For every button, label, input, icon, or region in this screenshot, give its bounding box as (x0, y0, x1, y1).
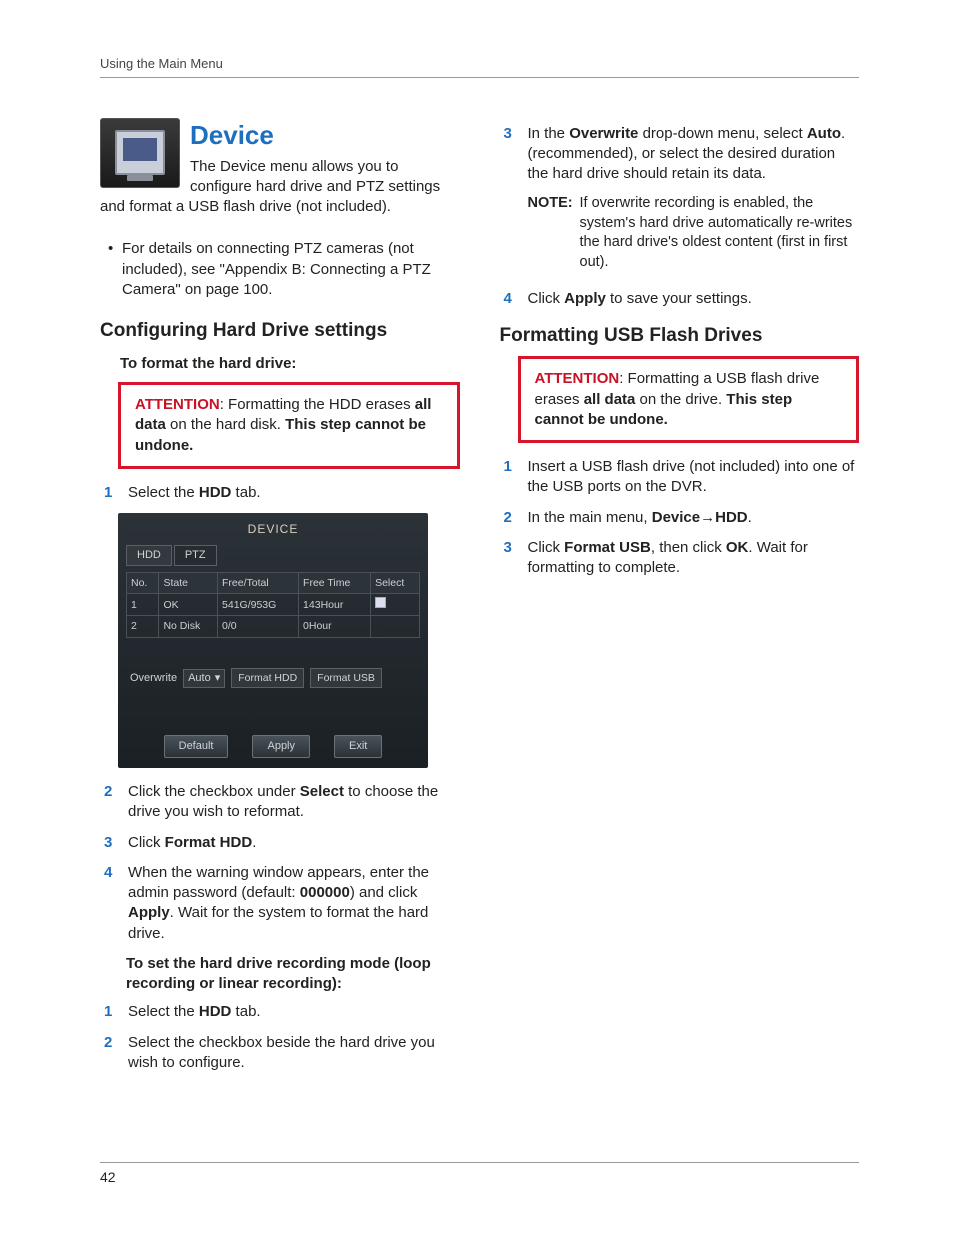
format-usb-button[interactable]: Format USB (310, 668, 382, 688)
chevron-down-icon: ▾ (215, 671, 221, 686)
col-no: No. (127, 573, 159, 594)
note-text: If overwrite recording is enabled, the s… (580, 194, 860, 272)
table-row: 1 OK 541G/953G 143Hour (127, 594, 420, 616)
device-menu-icon (100, 118, 180, 188)
right-column: 3 In the Overwrite drop-down menu, selec… (500, 118, 860, 1083)
subhead-recording-mode: To set the hard drive recording mode (lo… (126, 954, 460, 995)
attention-label: ATTENTION (135, 396, 220, 413)
heading-config-hdd: Configuring Hard Drive settings (100, 318, 460, 344)
apply-button[interactable]: Apply (252, 735, 310, 758)
col-select: Select (371, 573, 420, 594)
ptz-detail-bullet: • For details on connecting PTZ cameras … (108, 239, 460, 300)
attention-format-hdd: ATTENTION: Formatting the HDD erases all… (118, 382, 460, 469)
col-free-total: Free/Total (218, 573, 299, 594)
tab-hdd[interactable]: HDD (126, 545, 172, 566)
exit-button[interactable]: Exit (334, 735, 382, 758)
step-3: 3 In the Overwrite drop-down menu, selec… (500, 124, 860, 185)
format-hdd-steps-cont: 2 Click the checkbox under Select to cho… (100, 782, 460, 944)
step-4: 4 Click Apply to save your settings. (500, 289, 860, 309)
step-3: 3 Click Format HDD. (100, 833, 460, 853)
overwrite-label: Overwrite (130, 671, 177, 686)
format-hdd-steps: 1 Select the HDD tab. (100, 483, 460, 503)
note-label: NOTE: (528, 194, 580, 272)
recording-mode-steps-cont: 3 In the Overwrite drop-down menu, selec… (500, 124, 860, 185)
footer-rule (100, 1162, 859, 1163)
page-number: 42 (100, 1168, 116, 1187)
col-state: State (159, 573, 218, 594)
overwrite-note: NOTE: If overwrite recording is enabled,… (528, 194, 860, 272)
attention-format-usb: ATTENTION: Formatting a USB flash drive … (518, 356, 860, 443)
col-free-time: Free Time (299, 573, 371, 594)
format-usb-steps: 1 Insert a USB flash drive (not included… (500, 457, 860, 578)
header-rule (100, 77, 859, 78)
arrow-icon: → (700, 509, 715, 526)
content-columns: Device The Device menu allows you to con… (100, 118, 859, 1083)
attention-label: ATTENTION (535, 370, 620, 387)
step-2: 2 Click the checkbox under Select to cho… (100, 782, 460, 823)
subhead-format-hdd: To format the hard drive: (120, 354, 460, 374)
recording-mode-steps: 1 Select the HDD tab. 2 Select the check… (100, 1002, 460, 1073)
step-1: 1 Select the HDD tab. (100, 483, 460, 503)
step-2: 2 In the main menu, Device→HDD. (500, 508, 860, 528)
tab-ptz[interactable]: PTZ (174, 545, 217, 566)
overwrite-dropdown[interactable]: Auto ▾ (183, 669, 225, 688)
step-1: 1 Select the HDD tab. (100, 1002, 460, 1022)
running-header: Using the Main Menu (100, 55, 859, 73)
hdd-table: No. State Free/Total Free Time Select 1 … (126, 572, 420, 638)
default-button[interactable]: Default (164, 735, 229, 758)
step-4: 4 When the warning window appears, enter… (100, 863, 460, 944)
step-2: 2 Select the checkbox beside the hard dr… (100, 1033, 460, 1074)
heading-format-usb: Formatting USB Flash Drives (500, 323, 860, 349)
device-window-title: DEVICE (126, 519, 420, 541)
table-row: 2 No Disk 0/0 0Hour (127, 616, 420, 637)
monitor-icon (115, 130, 165, 175)
left-column: Device The Device menu allows you to con… (100, 118, 460, 1083)
step-1: 1 Insert a USB flash drive (not included… (500, 457, 860, 498)
row1-select-checkbox[interactable] (375, 597, 386, 608)
step-3: 3 Click Format USB, then click OK. Wait … (500, 538, 860, 579)
format-hdd-button[interactable]: Format HDD (231, 668, 304, 688)
device-screenshot: DEVICE HDD PTZ No. State Free/Total Free… (118, 513, 428, 768)
